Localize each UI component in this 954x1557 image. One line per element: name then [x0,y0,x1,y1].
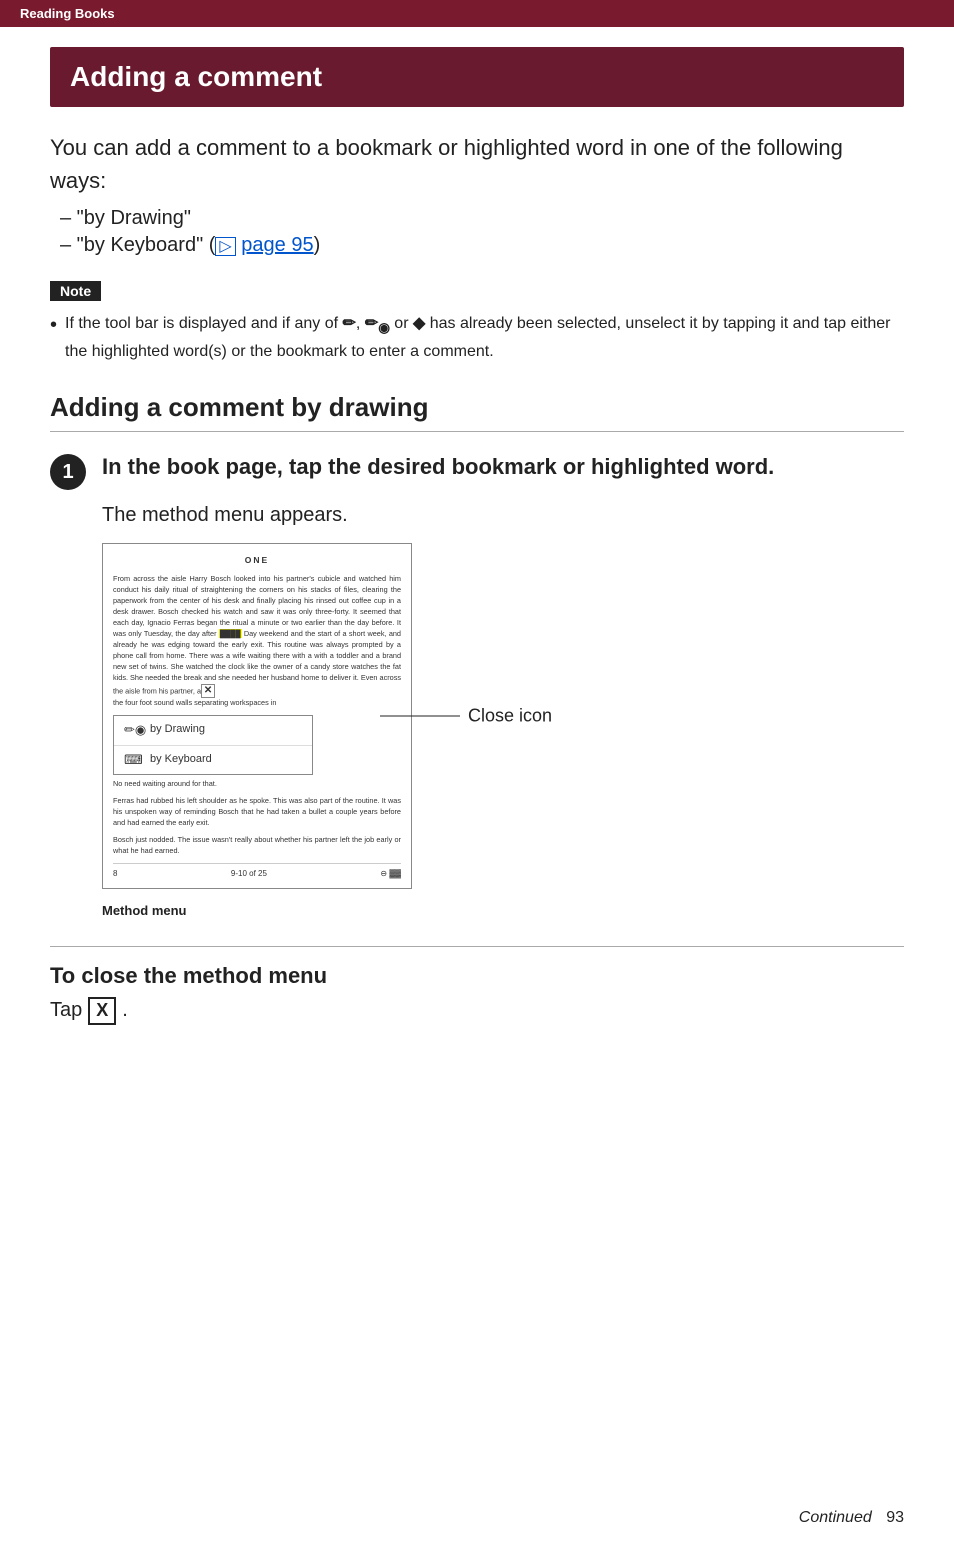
page-link[interactable]: page 95 [241,234,313,256]
intro-list-item-2: – "by Keyboard" (▷ page 95) [60,234,904,257]
book-page-text-4: Bosch just nodded. The issue wasn't real… [113,835,401,857]
book-chapter: ONE [113,554,401,566]
callout-line [380,715,460,716]
page-footer: Continued 93 [799,1509,904,1527]
to-close-title: To close the method menu [50,963,904,989]
header-title: Reading Books [20,6,115,21]
to-close-text-pre: Tap [50,999,82,1022]
step-1-text: In the book page, tap the desired bookma… [102,452,774,490]
book-illustration: ONE From across the aisle Harry Bosch lo… [102,543,412,889]
method-menu-keyboard[interactable]: ⌨ by Keyboard [114,746,312,775]
book-page: ONE From across the aisle Harry Bosch lo… [102,543,412,889]
intro-list: – "by Drawing" – "by Keyboard" (▷ page 9… [60,207,904,257]
drawing-section-title: Adding a comment by drawing [50,392,904,432]
step-1-sub: The method menu appears. [102,504,904,527]
book-close-x[interactable]: ✕ [201,684,215,698]
book-page-text-1: From across the aisle Harry Bosch looked… [113,574,401,708]
book-footer: 8 9-10 of 25 ⊖ ▓▓ [113,863,401,880]
book-page-text-2: No need waiting around for that. [113,779,401,790]
drawing-icon: ✏◉ [124,721,142,740]
note-content: • If the tool bar is displayed and if an… [50,311,904,364]
note-label: Note [50,281,101,301]
book-footer-center: 9-10 of 25 [231,868,267,880]
note-text: If the tool bar is displayed and if any … [65,311,904,364]
section-title-box: Adding a comment [50,47,904,107]
top-header-bar: Reading Books [0,0,954,27]
page-number: 93 [886,1509,904,1526]
book-footer-icons: ⊖ ▓▓ [380,868,401,880]
note-box: Note • If the tool bar is displayed and … [50,281,904,364]
x-close-box[interactable]: X [88,997,116,1025]
method-drawing-label: by Drawing [150,722,205,738]
method-menu-label: Method menu [102,903,904,918]
to-close-section: To close the method menu Tap X . [50,946,904,1025]
to-close-text: Tap X . [50,997,904,1025]
method-keyboard-label: by Keyboard [150,752,212,768]
method-menu-drawing[interactable]: ✏◉ by Drawing [114,716,312,746]
step-1-container: 1 In the book page, tap the desired book… [50,452,904,490]
to-close-period: . [122,999,128,1022]
continued-label: Continued [799,1509,872,1526]
intro-text: You can add a comment to a bookmark or h… [50,131,904,197]
close-icon-callout: Close icon [380,705,552,726]
close-icon-label-text: Close icon [468,705,552,726]
book-footer-left: 8 [113,868,117,880]
step-number: 1 [50,454,86,490]
method-menu-popup: ✏◉ by Drawing ⌨ by Keyboard [113,715,313,776]
note-bullet: • [50,309,57,364]
keyboard-icon: ⌨ [124,751,142,770]
section-title: Adding a comment [70,61,322,92]
book-page-text-3: Ferras had rubbed his left shoulder as h… [113,796,401,829]
intro-list-item-1: – "by Drawing" [60,207,904,230]
